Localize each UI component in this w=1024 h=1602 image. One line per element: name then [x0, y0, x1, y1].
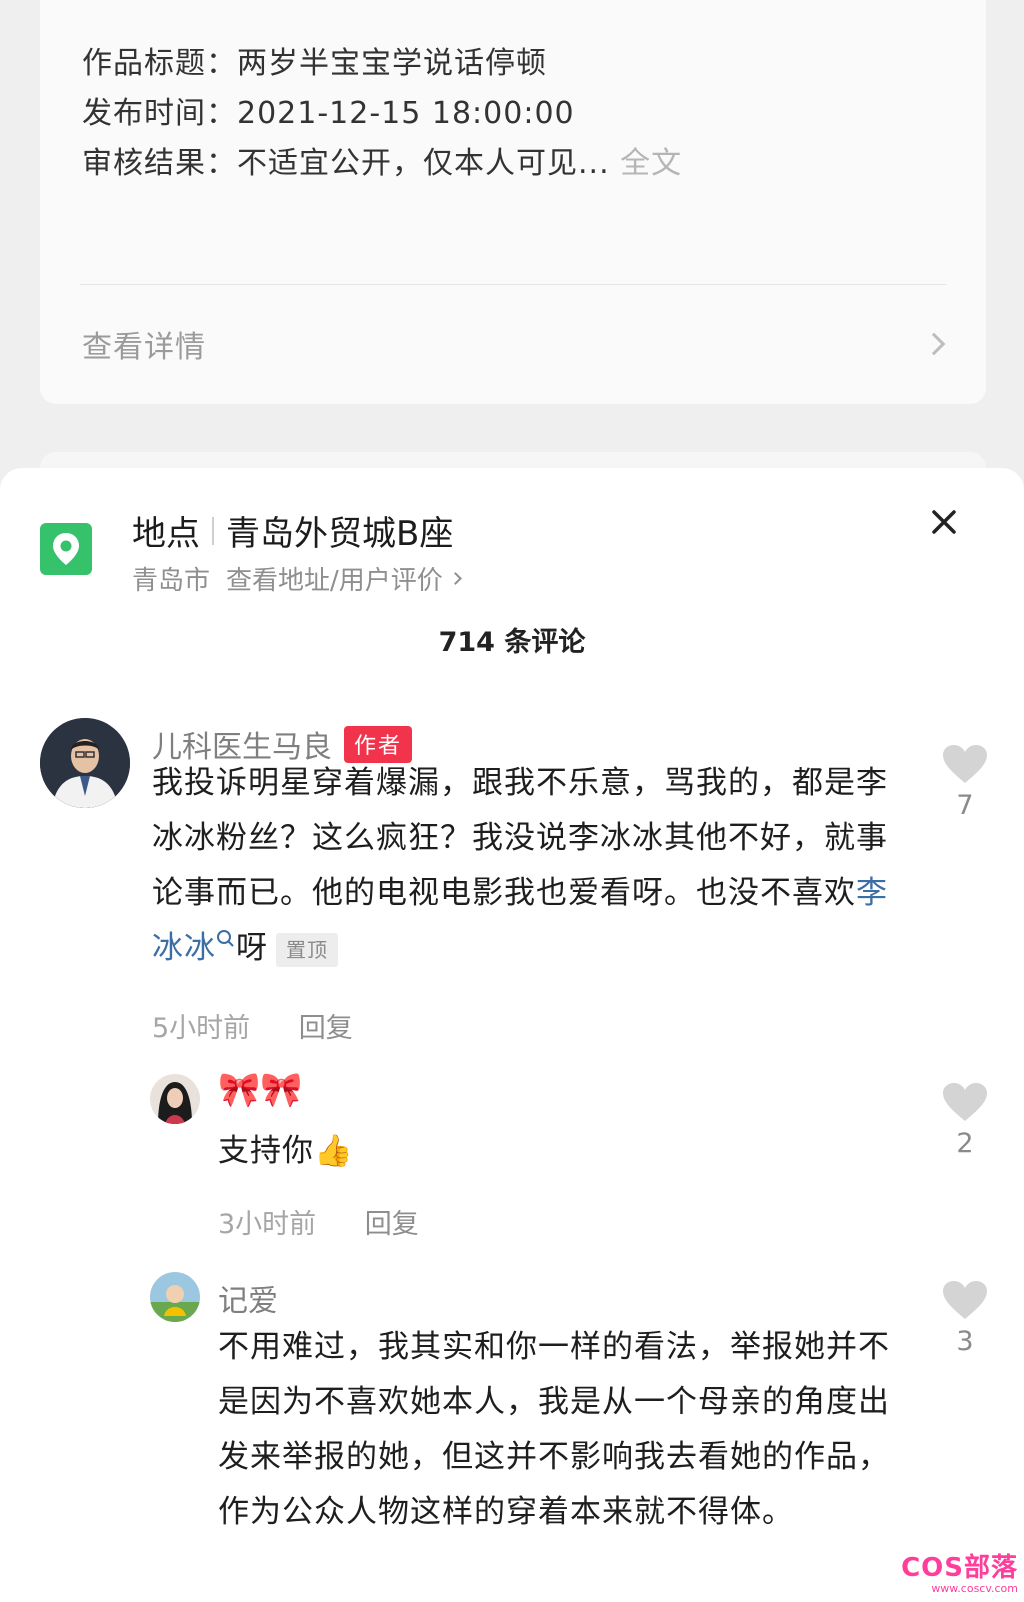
divider	[80, 284, 946, 285]
comment-text: 支持你👍	[218, 1133, 354, 1169]
review-result-text: 审核结果：不适宜公开，仅本人可见...	[82, 146, 610, 181]
location-address-link: 查看地址/用户评价	[226, 566, 443, 596]
comment-sheet: 地点 青岛外贸城B座 青岛市 查看地址/用户评价 714 条评论 儿科医生马良 …	[0, 468, 1024, 1602]
comment-time: 5小时前	[152, 1013, 251, 1044]
chevron-right-icon	[922, 332, 946, 356]
close-icon	[932, 510, 956, 534]
watermark: COS部落 www.coscv.com	[901, 1555, 1018, 1594]
location-separator	[212, 516, 214, 545]
location-name: 青岛外贸城B座	[226, 514, 454, 554]
chevron-right-icon	[448, 572, 462, 585]
location-pin-icon[interactable]	[40, 523, 92, 575]
comment-username[interactable]: 🎀🎀	[218, 1070, 303, 1110]
heart-icon	[943, 745, 987, 783]
heart-icon	[943, 1083, 987, 1121]
review-result-card: 作品标题：两岁半宝宝学说话停顿 发布时间：2021-12-15 18:00:00…	[40, 0, 986, 404]
like-count: 7	[956, 790, 974, 821]
comment-text: 我投诉明星穿着爆漏，跟我不乐意，骂我的，都是李冰冰粉丝？这么疯狂？我没说李冰冰其…	[152, 756, 902, 976]
close-button[interactable]	[926, 504, 962, 540]
like-count: 3	[956, 1326, 974, 1357]
comment-text-body: 我投诉明星穿着爆漏，跟我不乐意，骂我的，都是李冰冰粉丝？这么疯狂？我没说李冰冰其…	[152, 765, 888, 911]
avatar[interactable]	[40, 718, 130, 808]
location-city: 青岛市	[132, 566, 211, 596]
pinned-badge: 置顶	[276, 932, 338, 967]
view-details-label: 查看详情	[82, 330, 206, 365]
full-text-link[interactable]: 全文	[620, 146, 682, 181]
work-title-line: 作品标题：两岁半宝宝学说话停顿	[82, 46, 547, 81]
watermark-text: COS部落	[901, 1553, 1018, 1583]
watermark-url: www.coscv.com	[931, 1582, 1018, 1595]
comment-meta: 5小时前 回复	[152, 1006, 353, 1045]
location-subline[interactable]: 青岛市 查看地址/用户评价	[132, 560, 462, 597]
like-button[interactable]: 2	[940, 1082, 990, 1159]
publish-time-line: 发布时间：2021-12-15 18:00:00	[82, 96, 575, 131]
comment-meta: 3小时前 回复	[218, 1202, 419, 1241]
search-icon	[217, 930, 234, 947]
avatar[interactable]	[150, 1272, 200, 1322]
like-button[interactable]: 7	[940, 744, 990, 821]
comment-username[interactable]: 记爱	[218, 1276, 278, 1320]
location-label: 地点	[132, 514, 200, 554]
comment-time: 3小时前	[218, 1209, 317, 1240]
reply-button[interactable]: 回复	[299, 1013, 353, 1044]
avatar[interactable]	[150, 1074, 200, 1124]
reply-button[interactable]: 回复	[365, 1209, 419, 1240]
comment-text: 不用难过，我其实和你一样的看法，举报她并不是因为不喜欢她本人，我是从一个母亲的角…	[218, 1329, 890, 1530]
review-result-line: 审核结果：不适宜公开，仅本人可见... 全文	[82, 138, 682, 182]
location-title[interactable]: 地点 青岛外贸城B座	[132, 506, 453, 555]
view-details-row[interactable]: 查看详情	[82, 318, 950, 370]
like-button[interactable]: 3	[940, 1280, 990, 1357]
heart-icon	[943, 1281, 987, 1319]
like-count: 2	[956, 1128, 974, 1159]
comment-text-tail: 呀	[236, 930, 268, 966]
comment-count: 714 条评论	[438, 627, 586, 658]
